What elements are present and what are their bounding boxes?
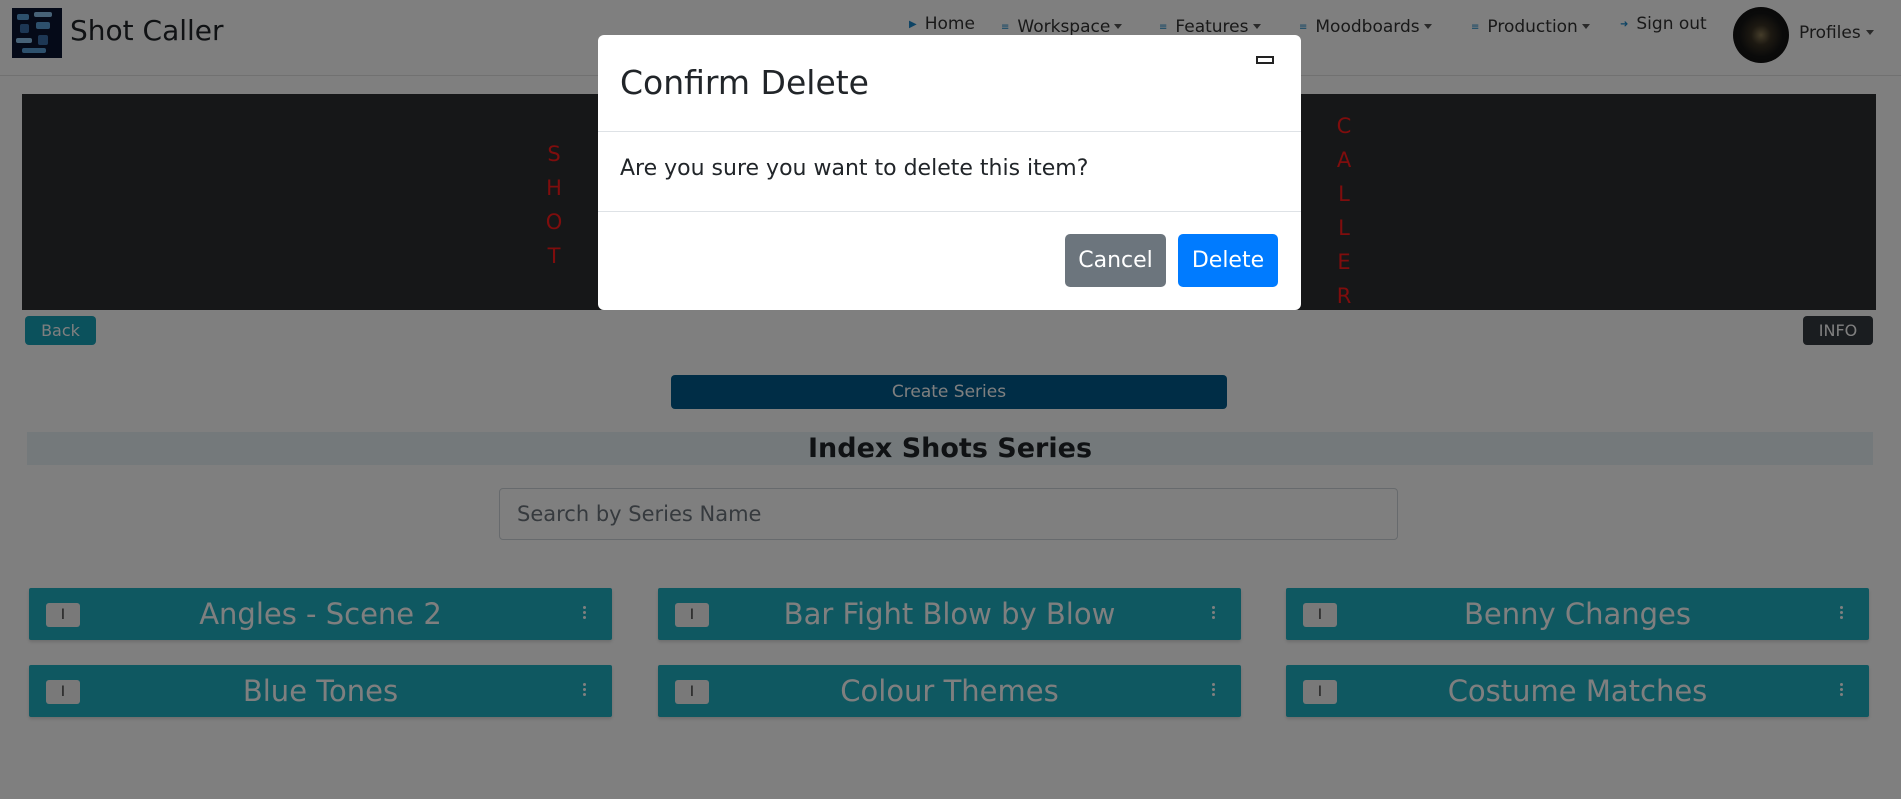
modal-title: Confirm Delete <box>620 63 869 102</box>
minimize-icon[interactable] <box>1256 56 1274 64</box>
confirm-delete-dialog: Confirm Delete Are you sure you want to … <box>598 35 1301 310</box>
cancel-button[interactable]: Cancel <box>1065 234 1166 287</box>
modal-header: Confirm Delete <box>598 35 1301 132</box>
delete-button[interactable]: Delete <box>1178 234 1278 287</box>
modal-message: Are you sure you want to delete this ite… <box>620 156 1089 181</box>
